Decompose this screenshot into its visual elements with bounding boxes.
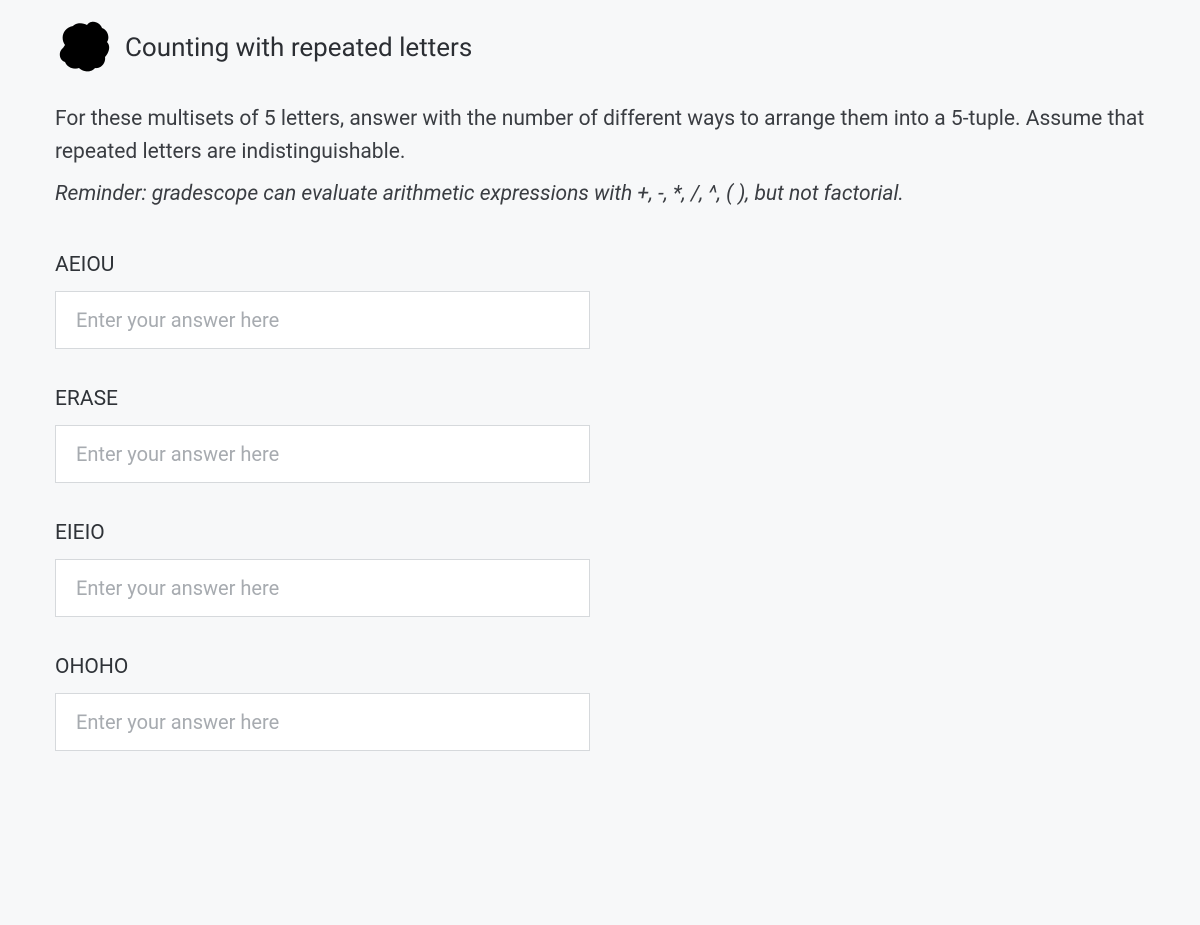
answer-input-aeiou[interactable]: [55, 291, 590, 349]
question-block-ohoho: OHOHO: [55, 655, 1145, 751]
question-label: AEIOU: [55, 253, 1145, 277]
instructions-text: For these multisets of 5 letters, answer…: [55, 103, 1145, 168]
question-block-aeiou: AEIOU: [55, 253, 1145, 349]
answer-input-ohoho[interactable]: [55, 693, 590, 751]
answer-input-erase[interactable]: [55, 425, 590, 483]
question-block-erase: ERASE: [55, 387, 1145, 483]
question-label: ERASE: [55, 387, 1145, 411]
question-label: EIEIO: [55, 521, 1145, 545]
answer-input-eieio[interactable]: [55, 559, 590, 617]
question-block-eieio: EIEIO: [55, 521, 1145, 617]
redacted-blob-icon: [55, 20, 117, 75]
reminder-text: Reminder: gradescope can evaluate arithm…: [55, 178, 1145, 211]
question-label: OHOHO: [55, 655, 1145, 679]
question-header: Counting with repeated letters: [55, 20, 1145, 75]
question-title: Counting with repeated letters: [125, 33, 472, 63]
